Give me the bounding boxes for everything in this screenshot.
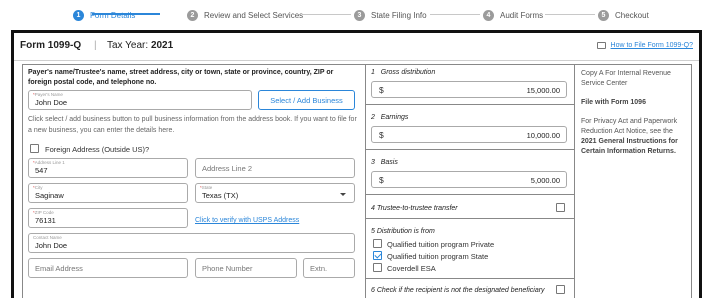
city-value: Saginaw <box>35 191 64 200</box>
column-divider <box>365 65 366 298</box>
box-divider <box>365 218 574 219</box>
stepper-connector <box>545 14 595 15</box>
not-designated-beneficiary-checkbox[interactable] <box>556 285 565 294</box>
basis-value: 5,000.00 <box>530 176 560 185</box>
step-form-details[interactable]: 1 Form Details <box>73 9 135 21</box>
box2-label: 2 Earnings <box>371 114 409 121</box>
box3-label: 3 Basis <box>371 159 398 166</box>
step-audit-forms[interactable]: 4 Audit Forms <box>483 9 543 21</box>
foreign-address-label: Foreign Address (Outside US)? <box>45 145 150 154</box>
email-field[interactable]: Email Address <box>28 258 188 278</box>
state-select[interactable]: *State Texas (TX) <box>195 183 355 203</box>
step-label: State Filing Info <box>371 10 427 20</box>
contact-name-value: John Doe <box>35 241 68 250</box>
payer-name-value: John Doe <box>35 98 68 107</box>
earnings-input[interactable]: $ 10,000.00 <box>371 126 567 143</box>
box5-label: 5 Distribution is from <box>371 228 435 235</box>
zip-code-value: 76131 <box>35 216 56 225</box>
box-divider <box>365 194 574 195</box>
city-field[interactable]: *City Saginaw <box>28 183 188 203</box>
state-value: Texas (TX) <box>202 191 239 200</box>
box6-label: 6 Check if the recipient is not the desi… <box>371 287 545 294</box>
step-label: Review and Select Services <box>204 10 304 20</box>
address-line-2-field[interactable]: Address Line 2 <box>195 158 355 178</box>
trustee-transfer-checkbox[interactable] <box>556 203 565 212</box>
extension-placeholder: Extn. <box>310 264 328 273</box>
box-divider <box>365 149 574 150</box>
address-line-1-field[interactable]: *Address Line 1 547 <box>28 158 188 178</box>
tax-year: Tax Year: 2021 <box>107 40 173 51</box>
phone-field[interactable]: Phone Number <box>195 258 297 278</box>
step-label: Audit Forms <box>500 10 544 20</box>
box4-label: 4 Trustee-to-trustee transfer <box>371 205 458 212</box>
address-line-2-placeholder: Address Line 2 <box>202 164 253 173</box>
copy-a-text: Copy A For Internal Revenue Service Cent… <box>581 70 671 87</box>
payer-name-label: *Payer's Name <box>33 92 63 97</box>
column-divider <box>574 65 575 298</box>
step-checkout[interactable]: 5 Checkout <box>598 9 649 21</box>
phone-extension-field[interactable]: Extn. <box>303 258 355 278</box>
step-label: Form Details <box>90 10 136 20</box>
header-separator: | <box>94 40 97 51</box>
general-instructions-text: 2021 General Instructions for Certain In… <box>581 138 678 155</box>
qtp-private-label: Qualified tuition program Private <box>387 240 495 249</box>
step-number: 4 <box>483 9 494 21</box>
email-placeholder: Email Address <box>35 264 83 273</box>
address-line-1-value: 547 <box>35 166 48 175</box>
payer-heading: Payer's name/Trustee's name, street addr… <box>28 69 334 86</box>
chevron-down-icon <box>340 193 346 196</box>
zip-code-field[interactable]: *ZIP Code 76131 <box>28 208 188 228</box>
step-state-filing[interactable]: 3 State Filing Info <box>354 9 427 21</box>
qtp-private-checkbox[interactable] <box>373 239 382 248</box>
stepper-connector <box>303 14 351 15</box>
zip-code-label: *ZIP Code <box>33 210 54 215</box>
verify-usps-link[interactable]: Click to verify with USPS Address <box>195 217 299 224</box>
tax-year-value: 2021 <box>150 40 174 51</box>
phone-placeholder: Phone Number <box>202 264 253 273</box>
tax-year-label: Tax Year: <box>107 40 149 51</box>
gross-distribution-value: 15,000.00 <box>526 86 560 95</box>
city-label: *City <box>33 185 43 190</box>
video-icon <box>596 42 606 49</box>
stepper-connector <box>430 14 480 15</box>
step-label: Checkout <box>615 10 649 20</box>
how-to-file-link[interactable]: How to File Form 1099-Q? <box>596 42 693 49</box>
state-label: *State <box>200 185 213 190</box>
form-header: Form 1099-Q | Tax Year: 2021 How to File… <box>14 33 699 61</box>
box-divider <box>365 278 574 279</box>
qtp-state-checkbox[interactable] <box>373 251 382 260</box>
select-add-business-button[interactable]: Select / Add Business <box>258 90 355 110</box>
box1-label: 1 Gross distribution <box>371 69 436 76</box>
progress-stepper: 1 Form Details 2 Review and Select Servi… <box>0 0 714 30</box>
earnings-value: 10,000.00 <box>526 131 560 140</box>
step-review-services[interactable]: 2 Review and Select Services <box>187 9 303 21</box>
foreign-address-checkbox[interactable] <box>30 144 39 153</box>
address-line-1-label: *Address Line 1 <box>33 160 65 165</box>
form-body: Payer's name/Trustee's name, street addr… <box>22 64 692 298</box>
coverdell-esa-checkbox[interactable] <box>373 263 382 272</box>
contact-name-field[interactable]: Contact Name John Doe <box>28 233 355 253</box>
how-to-file-label: How to File Form 1099-Q? <box>610 42 693 49</box>
coverdell-esa-label: Coverdell ESA <box>387 264 436 273</box>
contact-name-label: Contact Name <box>33 235 62 240</box>
currency-symbol: $ <box>379 175 384 185</box>
step-number: 3 <box>354 9 365 21</box>
payer-help-text: Click select / add business button to pu… <box>28 116 357 134</box>
step-number: 5 <box>598 9 609 21</box>
basis-input[interactable]: $ 5,000.00 <box>371 171 567 188</box>
form-title: Form 1099-Q <box>20 40 82 51</box>
form-card: Form 1099-Q | Tax Year: 2021 How to File… <box>11 30 702 298</box>
privacy-notice: For Privacy Act and Paperwork Reduction … <box>581 117 689 157</box>
step-number: 2 <box>187 9 198 21</box>
qtp-state-label: Qualified tuition program State <box>387 252 489 261</box>
gross-distribution-input[interactable]: $ 15,000.00 <box>371 81 567 98</box>
currency-symbol: $ <box>379 85 384 95</box>
privacy-notice-text: For Privacy Act and Paperwork Reduction … <box>581 118 678 135</box>
step-number: 1 <box>73 9 84 21</box>
box-divider <box>365 104 574 105</box>
currency-symbol: $ <box>379 130 384 140</box>
payer-name-field[interactable]: *Payer's Name John Doe <box>28 90 252 110</box>
file-with-text: File with Form 1096 <box>581 99 646 106</box>
